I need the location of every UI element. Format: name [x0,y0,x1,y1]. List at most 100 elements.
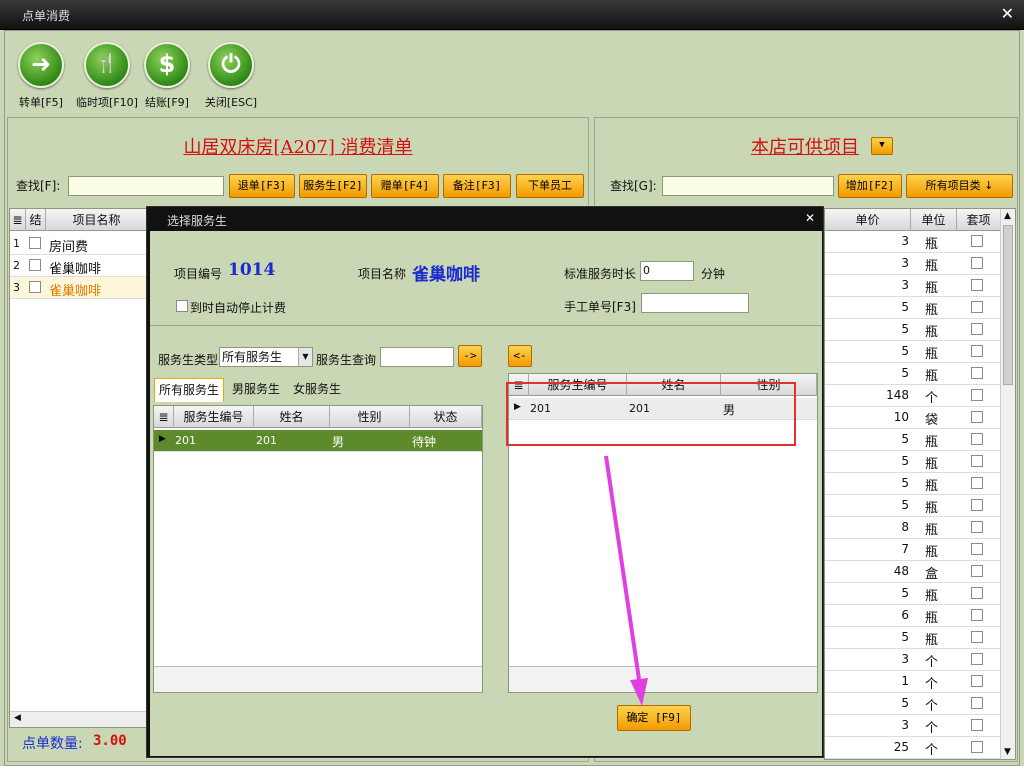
package-checkbox[interactable] [971,455,983,467]
table-row[interactable]: 5瓶 [825,583,1001,605]
waiter-query-input[interactable] [380,347,454,367]
tab-male-waiters[interactable]: 男服务生 [228,378,285,402]
auto-stop-checkbox[interactable] [176,300,188,312]
package-checkbox[interactable] [971,477,983,489]
table-row[interactable]: 1个 [825,671,1001,693]
package-checkbox[interactable] [971,565,983,577]
package-checkbox[interactable] [971,631,983,643]
package-checkbox[interactable] [971,697,983,709]
table-row[interactable]: 7瓶 [825,539,1001,561]
package-checkbox[interactable] [971,301,983,313]
scroll-left-icon[interactable]: ◀ [14,713,21,723]
package-checkbox[interactable] [971,389,983,401]
item-price: 8 [901,520,909,534]
package-checkbox[interactable] [971,235,983,247]
package-checkbox[interactable] [971,345,983,357]
row-number: 2 [13,259,20,272]
table-row[interactable]: 2 雀巢咖啡 [10,255,148,277]
settle-checkbox[interactable] [29,281,41,293]
item-unit: 个 [925,391,939,406]
table-row[interactable]: 3瓶 [825,253,1001,275]
package-checkbox[interactable] [971,521,983,533]
order-staff-button[interactable]: 下单员工 [516,174,584,198]
close-app-button[interactable]: ⏻ 关闭[ESC] [203,42,259,110]
package-checkbox[interactable] [971,323,983,335]
table-row[interactable]: 5个 [825,693,1001,715]
table-row[interactable]: 5瓶 [825,363,1001,385]
table-row[interactable]: 3个 [825,715,1001,737]
left-search-input[interactable] [68,176,224,196]
table-row[interactable]: 5瓶 [825,451,1001,473]
manual-no-input[interactable] [641,293,749,313]
table-row[interactable]: 5瓶 [825,495,1001,517]
package-checkbox[interactable] [971,587,983,599]
package-checkbox[interactable] [971,675,983,687]
package-checkbox[interactable] [971,609,983,621]
add-item-button[interactable]: 增加[F2] [838,174,902,198]
settle-checkbox[interactable] [29,259,41,271]
table-row[interactable]: 5瓶 [825,473,1001,495]
tab-female-waiters[interactable]: 女服务生 [289,378,346,402]
package-checkbox[interactable] [971,279,983,291]
settle-checkbox[interactable] [29,237,41,249]
header-waiter-name: 姓名 [254,406,330,428]
table-row[interactable]: 5瓶 [825,627,1001,649]
note-button[interactable]: 备注[F3] [443,174,511,198]
package-checkbox[interactable] [971,653,983,665]
table-row[interactable]: 5瓶 [825,297,1001,319]
cancel-order-button[interactable]: 退单[F3] [229,174,295,198]
table-row[interactable]: 6瓶 [825,605,1001,627]
item-unit: 瓶 [925,501,939,516]
table-row[interactable]: 5瓶 [825,341,1001,363]
remove-waiter-arrow-button[interactable]: <- [508,345,532,367]
package-checkbox[interactable] [971,411,983,423]
package-checkbox[interactable] [971,741,983,753]
title-dropdown-icon[interactable]: ▼ [871,137,893,155]
horizontal-scrollbar[interactable]: ◀ [10,711,148,727]
table-row[interactable]: 3瓶 [825,275,1001,297]
table-row[interactable]: 25 个 [825,737,1001,759]
table-row[interactable]: 48 盒 [825,561,1001,583]
add-waiter-arrow-button[interactable]: -> [458,345,482,367]
checkout-button[interactable]: $ 结账[F9] [139,42,195,110]
chevron-down-icon[interactable]: ▼ [298,348,312,366]
scroll-thumb[interactable] [1003,225,1013,385]
item-price: 3 [901,718,909,732]
table-row[interactable]: 3瓶 [825,231,1001,253]
right-search-input[interactable] [662,176,834,196]
table-row[interactable]: 5瓶 [825,429,1001,451]
item-price: 5 [901,300,909,314]
temp-item-button[interactable]: 🍴 临时项[F10] [76,42,138,110]
tab-all-waiters[interactable]: 所有服务生 [154,378,224,402]
table-row[interactable]: 148 个 [825,385,1001,407]
gift-order-button[interactable]: 赠单[F4] [371,174,439,198]
vertical-scrollbar[interactable]: ▲ ▼ [1000,209,1015,759]
table-row[interactable]: 3个 [825,649,1001,671]
table-row[interactable]: 3 雀巢咖啡 [10,277,148,299]
select-waiter-dialog: 选择服务生 ✕ 项目编号 1014 项目名称 雀巢咖啡 标准服务时长 0 分钟 … [146,206,824,758]
package-checkbox[interactable] [971,499,983,511]
waiter-button[interactable]: 服务生[F2] [299,174,367,198]
waiters-grid-header: ≣ 服务生编号 姓名 性别 状态 [154,406,482,428]
package-checkbox[interactable] [971,257,983,269]
package-checkbox[interactable] [971,543,983,555]
scroll-down-icon[interactable]: ▼ [1004,747,1011,757]
dialog-close-icon[interactable]: ✕ [805,211,815,225]
table-row[interactable]: 5瓶 [825,319,1001,341]
table-row[interactable]: 1 房间费 [10,233,148,255]
package-checkbox[interactable] [971,367,983,379]
transfer-order-button[interactable]: ➜ 转单[F5] [13,42,69,110]
scroll-up-icon[interactable]: ▲ [1004,211,1011,221]
item-unit: 瓶 [925,303,939,318]
category-button[interactable]: 所有项目类 ↓ [906,174,1013,198]
table-row[interactable]: 10 袋 [825,407,1001,429]
package-checkbox[interactable] [971,433,983,445]
waiter-type-select[interactable]: 所有服务生 ▼ [219,347,313,367]
item-price: 5 [901,696,909,710]
table-row[interactable]: ▶ 201 201 男 待钟 [154,430,482,452]
table-row[interactable]: 8瓶 [825,517,1001,539]
close-icon[interactable]: ✕ [1001,4,1014,23]
consumption-grid: ≣ 结 项目名称 1 房间费 2 雀巢咖啡 3 雀巢咖啡 ◀ [9,208,149,728]
package-checkbox[interactable] [971,719,983,731]
std-duration-input[interactable]: 0 [640,261,694,281]
